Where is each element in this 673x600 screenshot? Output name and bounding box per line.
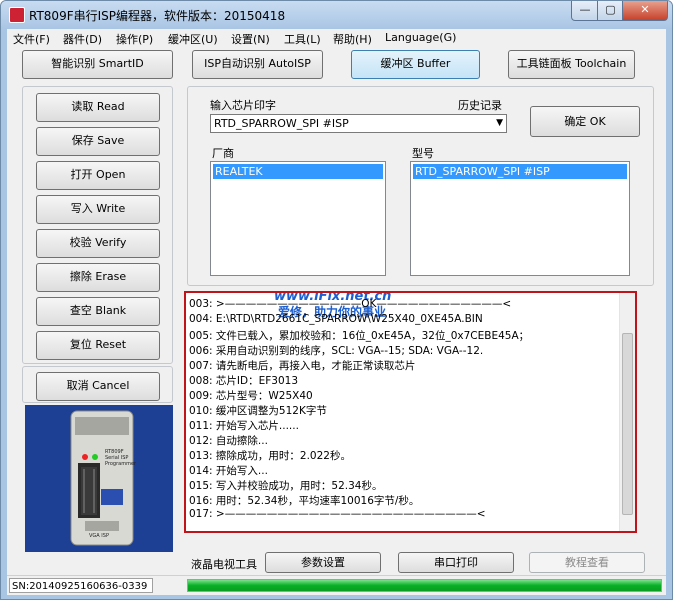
device-label: RT809F Serial ISP Programmer (105, 449, 137, 467)
cancel-button[interactable]: 取消 Cancel (36, 372, 160, 401)
programmer-photo: RT809F Serial ISP Programmer VGA ISP (25, 405, 173, 552)
menu-file[interactable]: 文件(F) (13, 31, 50, 47)
model-item-selected[interactable]: RTD_SPARROW_SPI #ISP (413, 164, 627, 179)
buffer-button[interactable]: 缓冲区 Buffer (351, 50, 480, 79)
serial-number: SN:20140925160636-0339 (9, 578, 153, 593)
menu-buffer[interactable]: 缓冲区(U) (168, 31, 218, 47)
log-line: 015: 写入并校验成功，用时：52.34秒。 (189, 480, 383, 492)
log-line: 011: 开始写入芯片...... (189, 420, 299, 432)
log-line: 004: E:\RTD\RTD2661C_SPARROW\W25X40_0XE4… (189, 313, 483, 325)
log-line: 013: 擦除成功，用时：2.022秒。 (189, 450, 351, 462)
menu-language[interactable]: Language(G) (385, 31, 456, 44)
log-line: 016: 用时：52.34秒，平均速率10016字节/秒。 (189, 495, 420, 507)
log-line: 009: 芯片型号：W25X40 (189, 390, 313, 402)
log-output[interactable]: www.iFix.net.cn 爱修，助力你的事业 003: >————————… (184, 291, 637, 533)
progress-fill (188, 580, 661, 591)
toolchain-button[interactable]: 工具链面板 Toolchain (508, 50, 635, 79)
menu-settings[interactable]: 设置(N) (231, 31, 270, 47)
read-button[interactable]: 读取 Read (36, 93, 160, 122)
menu-bar: 文件(F) 器件(D) 操作(P) 缓冲区(U) 设置(N) 工具(L) 帮助(… (7, 29, 666, 47)
dropdown-arrow-icon[interactable]: ▼ (496, 115, 503, 132)
log-line: 017: >————————————————————————< (189, 508, 486, 520)
main-window: RT809F串行ISP编程器，软件版本：20150418 — ▢ ✕ 文件(F)… (0, 0, 673, 600)
log-scrollbar[interactable] (619, 293, 635, 531)
log-scrollbar-thumb[interactable] (622, 333, 633, 515)
log-line: 006: 采用自动识别到的线序，SCL: VGA--15; SDA: VGA--… (189, 345, 484, 357)
close-button[interactable]: ✕ (622, 1, 668, 21)
write-button[interactable]: 写入 Write (36, 195, 160, 224)
chip-select-value: RTD_SPARROW_SPI #ISP (214, 117, 349, 130)
serial-print-button[interactable]: 串口打印 (398, 552, 514, 573)
window-title: RT809F串行ISP编程器，软件版本：20150418 (29, 9, 286, 23)
smartid-button[interactable]: 智能识别 SmartID (22, 50, 173, 79)
tutorial-button: 教程查看 (529, 552, 645, 573)
autoisp-button[interactable]: ISP自动识别 AutoISP (192, 50, 323, 79)
log-line: 012: 自动擦除... (189, 435, 268, 447)
model-label: 型号 (412, 147, 434, 160)
chip-input-label: 输入芯片印字 (210, 99, 276, 112)
reset-button[interactable]: 复位 Reset (36, 331, 160, 360)
menu-tools[interactable]: 工具(L) (284, 31, 321, 47)
minimize-button[interactable]: — (571, 1, 599, 21)
model-list[interactable]: RTD_SPARROW_SPI #ISP (410, 161, 630, 276)
log-line: 007: 请先断电后，再接入电，才能正常读取芯片 (189, 360, 416, 372)
verify-button[interactable]: 校验 Verify (36, 229, 160, 258)
chip-select[interactable]: RTD_SPARROW_SPI #ISP ▼ (210, 114, 507, 133)
save-button[interactable]: 保存 Save (36, 127, 160, 156)
log-line: 014: 开始写入... (189, 465, 268, 477)
menu-help[interactable]: 帮助(H) (333, 31, 372, 47)
device-port-label: VGA ISP (89, 533, 109, 539)
vendor-list[interactable]: REALTEK (210, 161, 386, 276)
history-label: 历史记录 (458, 99, 502, 112)
vendor-label: 厂商 (212, 147, 234, 160)
status-bar: SN:20140925160636-0339 (7, 575, 666, 595)
ok-button[interactable]: 确定 OK (530, 106, 640, 137)
log-line: 010: 缓冲区调整为512K字节 (189, 405, 327, 417)
blank-button[interactable]: 查空 Blank (36, 297, 160, 326)
params-button[interactable]: 参数设置 (265, 552, 381, 573)
erase-button[interactable]: 擦除 Erase (36, 263, 160, 292)
log-line: 008: 芯片ID：EF3013 (189, 375, 298, 387)
progress-bar (187, 579, 662, 592)
app-icon (9, 7, 25, 23)
menu-device[interactable]: 器件(D) (63, 31, 102, 47)
maximize-button[interactable]: ▢ (597, 1, 624, 21)
programmer-image (25, 405, 173, 552)
vendor-item-realtek[interactable]: REALTEK (213, 164, 383, 179)
lcd-tool-label: 液晶电视工具 (191, 558, 257, 571)
client-area: 智能识别 SmartID ISP自动识别 AutoISP 缓冲区 Buffer … (7, 47, 666, 595)
log-line: 003: >—————————————OK————————————< (189, 298, 512, 310)
menu-operation[interactable]: 操作(P) (116, 31, 153, 47)
open-button[interactable]: 打开 Open (36, 161, 160, 190)
log-line: 005: 文件已载入，累加校验和：16位_0xE45A，32位_0x7CEBE4… (189, 330, 530, 342)
title-bar[interactable]: RT809F串行ISP编程器，软件版本：20150418 — ▢ ✕ (1, 1, 672, 29)
